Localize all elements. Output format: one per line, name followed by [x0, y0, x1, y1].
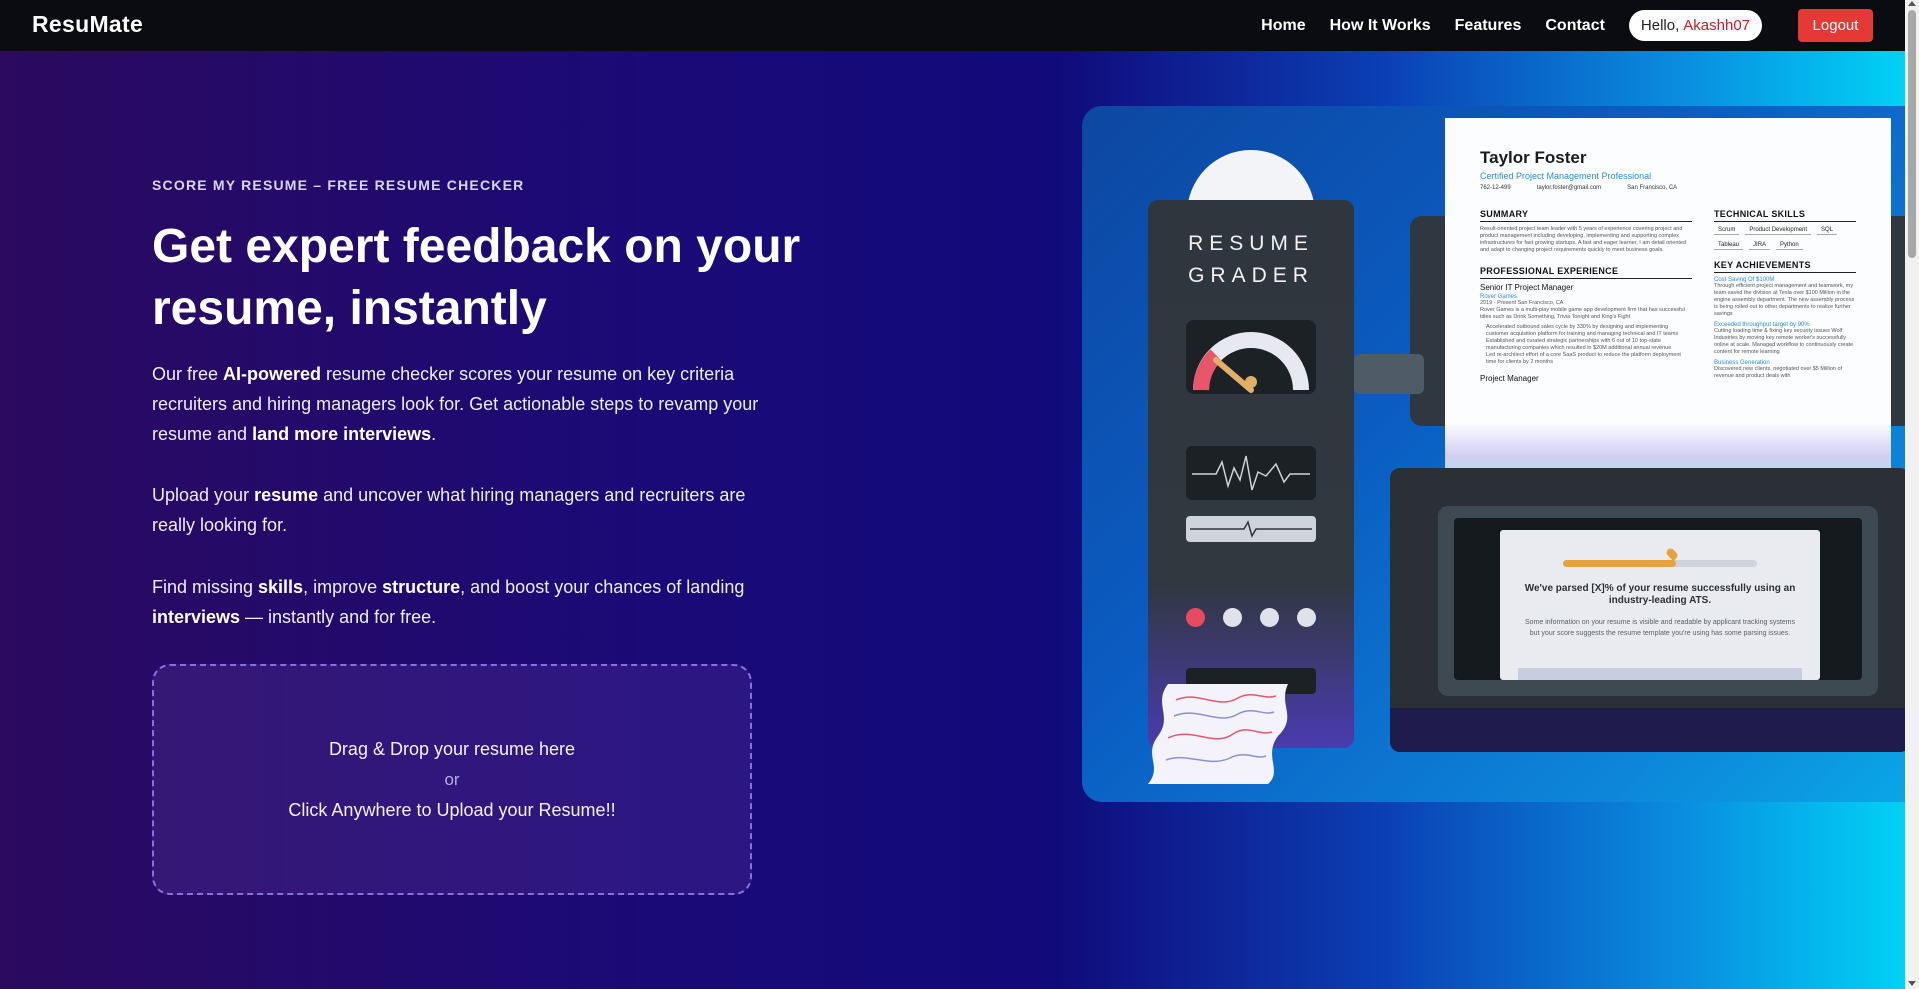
resume-location: San Francisco, CA — [1627, 185, 1678, 191]
machine-title: RESUME GRADER — [1148, 228, 1354, 292]
p3-text-c: , improve — [303, 577, 383, 597]
location-pin-icon — [1664, 546, 1679, 562]
hero-headline: Get expert feedback on your resume, inst… — [152, 220, 801, 335]
resume-experience-heading: PROFESSIONAL EXPERIENCE — [1480, 266, 1692, 279]
ats-device: We've parsed [X]% of your resume success… — [1390, 468, 1905, 752]
nav-links: Home How It Works Features Contact Hello… — [1237, 0, 1905, 51]
dropzone-click-text: Click Anywhere to Upload your Resume!! — [288, 799, 616, 820]
p1-bold-interviews: land more interviews — [252, 424, 432, 444]
dropzone-or-text: or — [444, 769, 460, 789]
resume-bullet: Accelerated outbound sales cycle by 330%… — [1486, 324, 1679, 337]
user-greeting: Hello, Akashh07 — [1628, 10, 1762, 41]
ats-progress-bar — [1563, 546, 1757, 567]
indicator-light — [1223, 608, 1242, 627]
nav-link-contact[interactable]: Contact — [1545, 17, 1605, 35]
resume-left-column: SUMMARY Result-oriented project team lea… — [1480, 209, 1692, 383]
achievement-text: Cutting loading time & fixing key securi… — [1714, 328, 1854, 355]
resume-job-title-2: Project Manager — [1480, 374, 1539, 383]
resume-job-title: Senior IT Project Manager — [1480, 283, 1574, 292]
scroll-up-arrow-icon[interactable] — [1908, 1, 1916, 6]
pulse-bar-icon — [1186, 516, 1316, 542]
machine-arm — [1354, 354, 1424, 394]
nav-link-home[interactable]: Home — [1261, 17, 1305, 35]
indicator-light — [1260, 608, 1279, 627]
hero-eyebrow: SCORE MY RESUME – FREE RESUME CHECKER — [152, 177, 525, 193]
resume-bullet: Led re-architect effort of a core SaaS p… — [1486, 352, 1681, 365]
resume-name: Taylor Foster — [1480, 148, 1587, 167]
hero-paragraph-2: Upload your resume and uncover what hiri… — [152, 480, 772, 540]
resume-columns: SUMMARY Result-oriented project team lea… — [1480, 209, 1857, 383]
p3-text-e: , and boost your chances of landing — [460, 577, 745, 597]
resume-upload-dropzone[interactable]: Drag & Drop your resume here or Click An… — [152, 664, 752, 895]
p1-text-e: . — [431, 424, 437, 444]
skill-tag: SQL — [1817, 226, 1838, 235]
resume-phone: 762-12-499 — [1480, 185, 1511, 191]
hero-paragraph-3: Find missing skills, improve structure, … — [152, 572, 772, 632]
device-base — [1390, 708, 1905, 752]
ats-text: Some information on your resume is visib… — [1524, 619, 1796, 637]
p1-text-a: Our free — [152, 364, 224, 384]
resume-achievements-heading: KEY ACHIEVEMENTS — [1714, 260, 1856, 273]
skill-tag: JIRA — [1749, 241, 1771, 250]
resume-contact: 762-12-499 taylor.foster@gmail.com San F… — [1480, 185, 1857, 191]
logo[interactable]: ResuMate — [32, 11, 143, 38]
hero-paragraph-1: Our free AI-powered resume checker score… — [152, 359, 772, 449]
grader-machine: RESUME GRADER — [1148, 200, 1354, 748]
p2-bold-resume: resume — [254, 485, 319, 505]
resume-summary: Result-oriented project team leader with… — [1480, 226, 1687, 253]
machine-title-line-2: GRADER — [1188, 264, 1314, 287]
p3-bold-interviews: interviews — [152, 607, 241, 627]
scrollbar-thumb[interactable] — [1908, 10, 1916, 258]
p1-bold-ai-powered: AI-powered — [223, 364, 322, 384]
indicator-light — [1297, 608, 1316, 627]
resume-summary-heading: SUMMARY — [1480, 209, 1692, 222]
p3-text-a: Find missing — [152, 577, 259, 597]
skill-tag: Scrum — [1714, 226, 1740, 235]
sample-resume: Taylor Foster Certified Project Manageme… — [1445, 118, 1891, 478]
indicator-light-red — [1186, 608, 1205, 627]
resume-right-column: TECHNICAL SKILLS Scrum Product Developme… — [1714, 209, 1856, 383]
top-navbar: ResuMate Home How It Works Features Cont… — [0, 0, 1905, 51]
machine-title-line-1: RESUME — [1188, 232, 1314, 255]
resume-grader-illustration: RESUME GRADER Taylor Foster Certified Pr… — [1082, 106, 1905, 802]
skill-tag: Tableau — [1714, 241, 1744, 250]
resume-skills-heading: TECHNICAL SKILLS — [1714, 209, 1856, 222]
achievement-text: Through efficient project management and… — [1714, 283, 1855, 317]
ats-result-panel: We've parsed [X]% of your resume success… — [1500, 530, 1820, 680]
ats-progress-fill — [1563, 560, 1676, 567]
heartbeat-screen-icon — [1186, 446, 1316, 500]
page-scrollbar[interactable] — [1905, 0, 1919, 989]
scroll-down-arrow-icon[interactable] — [1908, 981, 1916, 986]
ats-headline: We've parsed [X]% of your resume success… — [1524, 583, 1796, 606]
resume-email: taylor.foster@gmail.com — [1536, 185, 1602, 191]
resume-skills: Scrum Product Development SQL Tableau JI… — [1714, 226, 1856, 250]
skill-tag: Python — [1776, 241, 1803, 250]
indicator-lights — [1186, 608, 1316, 627]
resume-bullet: Established and curated strategic partne… — [1486, 338, 1672, 351]
greeting-text: Hello, — [1640, 17, 1680, 34]
resume-job-meta: 2019 - Present San Francisco, CA — [1480, 300, 1564, 306]
skill-tag: Product Development — [1745, 226, 1812, 235]
p3-bold-skills: skills — [258, 577, 304, 597]
p3-bold-structure: structure — [382, 577, 461, 597]
gauge-icon — [1186, 320, 1316, 394]
dropzone-drag-text: Drag & Drop your resume here — [328, 738, 576, 759]
username: Akashh07 — [1683, 17, 1750, 34]
p2-text-a: Upload your — [152, 485, 255, 505]
nav-link-features[interactable]: Features — [1455, 17, 1522, 35]
resume-title: Certified Project Management Professiona… — [1480, 171, 1652, 181]
printout-paper-icon — [1138, 676, 1298, 788]
logout-button[interactable]: Logout — [1798, 9, 1873, 42]
achievement-text: Discovered new clients, negotiated over … — [1714, 366, 1843, 379]
p3-text-g: — instantly and for free. — [240, 607, 437, 627]
resume-job-desc: Rover Games is a multi-play mobile game … — [1480, 307, 1685, 320]
nav-link-how-it-works[interactable]: How It Works — [1330, 17, 1431, 35]
panel-bottom-bar — [1518, 668, 1802, 680]
